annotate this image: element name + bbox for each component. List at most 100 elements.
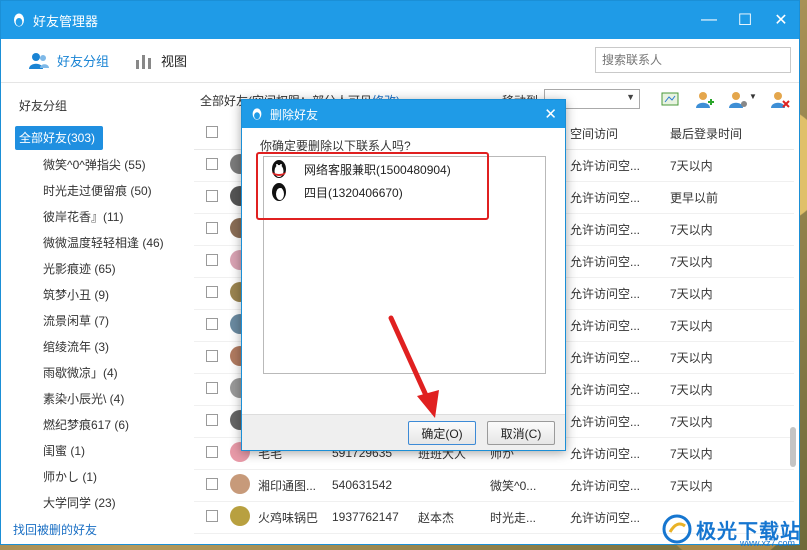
users-icon <box>29 52 49 69</box>
column-last-login[interactable]: 最后登录时间 <box>670 119 794 150</box>
bar-chart-icon <box>136 54 152 69</box>
row-checkbox[interactable] <box>206 253 218 266</box>
friend-qq-number: 540631542 <box>332 469 418 502</box>
friend-last-login: 7天以内 <box>670 469 794 502</box>
friend-space-access: 允许访问空... <box>570 213 670 246</box>
friend-space-access: 允许访问空... <box>570 469 670 502</box>
row-checkbox-cell <box>194 469 230 502</box>
friend-space-access: 允许访问空... <box>570 437 670 470</box>
row-checkbox-cell <box>194 373 230 406</box>
row-checkbox[interactable] <box>206 189 218 202</box>
watermark: 极光下载站 www.xz7.com <box>662 514 801 548</box>
group-item[interactable]: 全部好友(303) <box>15 126 103 150</box>
avatar <box>230 505 250 526</box>
group-item[interactable]: 时光走过便留痕 (50) <box>1 178 183 204</box>
close-button[interactable]: ✕ <box>763 1 799 39</box>
window-title: 好友管理器 <box>33 13 99 29</box>
group-item[interactable]: 师かし (1) <box>1 464 183 490</box>
row-checkbox-cell <box>194 437 230 470</box>
cancel-button[interactable]: 取消(C) <box>487 421 555 445</box>
row-checkbox[interactable] <box>206 413 218 426</box>
friend-last-login: 7天以内 <box>670 309 794 342</box>
dialog-title-bar[interactable]: 删除好友 <box>242 100 565 128</box>
row-checkbox-cell <box>194 181 230 214</box>
friend-last-login: 7天以内 <box>670 405 794 438</box>
title-bar[interactable]: 好友管理器 — ☐ ✕ <box>1 1 799 39</box>
tab-view-label: 视图 <box>161 54 188 69</box>
toolbar: 好友分组 视图 <box>1 39 799 83</box>
watermark-logo-icon <box>662 514 692 544</box>
group-item[interactable]: 彼岸花香』(11) <box>1 204 183 230</box>
group-item[interactable]: 微笑^0^弹指尖 (55) <box>1 152 183 178</box>
friend-space-access: 允许访问空... <box>570 149 670 182</box>
group-item[interactable]: 流景闲草 (7) <box>1 308 183 334</box>
friend-space-access: 允许访问空... <box>570 309 670 342</box>
row-checkbox[interactable] <box>206 157 218 170</box>
row-checkbox[interactable] <box>206 285 218 298</box>
avatar-cell <box>230 501 258 534</box>
friend-space-access: 允许访问空... <box>570 277 670 310</box>
screen-icon[interactable] <box>660 90 680 110</box>
friend-qq-number: 1937762147 <box>332 501 418 534</box>
tab-view[interactable]: 视图 <box>135 51 187 70</box>
friend-remark <box>418 469 490 502</box>
group-item[interactable]: 筑梦小丑 (9) <box>1 282 183 308</box>
scrollbar-thumb[interactable] <box>790 427 796 467</box>
group-item[interactable]: 光影痕迹 (65) <box>1 256 183 282</box>
friend-group: 时光走... <box>490 501 570 534</box>
table-row[interactable]: 湘印通图... 540631542 微笑^0... 允许访问空... 7天以内 <box>194 469 794 502</box>
friend-last-login: 7天以内 <box>670 373 794 406</box>
add-user-icon[interactable] <box>694 90 714 110</box>
sidebar-header: 好友分组 <box>19 99 68 113</box>
dialog-close-button[interactable]: ✕ <box>544 105 557 123</box>
friend-space-access: 允许访问空... <box>570 181 670 214</box>
friend-space-access: 允许访问空... <box>570 373 670 406</box>
watermark-url: www.xz7.com <box>739 538 795 548</box>
friend-last-login: 7天以内 <box>670 245 794 278</box>
group-item[interactable]: 绾绫流年 (3) <box>1 334 183 360</box>
select-all-checkbox[interactable] <box>206 126 218 139</box>
maximize-button[interactable]: ☐ <box>727 1 763 39</box>
friend-space-access: 允许访问空... <box>570 341 670 374</box>
row-checkbox[interactable] <box>206 349 218 362</box>
group-item[interactable]: 闺蜜 (1) <box>1 438 183 464</box>
friend-last-login: 7天以内 <box>670 277 794 310</box>
group-item[interactable]: 雨歇微凉」(4) <box>1 360 183 386</box>
qq-penguin-icon <box>252 108 262 120</box>
row-checkbox-cell <box>194 277 230 310</box>
chevron-down-icon[interactable]: ▼ <box>749 92 757 101</box>
friend-last-login: 7天以内 <box>670 149 794 182</box>
search-contacts-input[interactable] <box>595 47 791 73</box>
row-checkbox-cell <box>194 149 230 182</box>
column-space-access[interactable]: 空间访问 <box>570 119 670 150</box>
red-arrow-annotation <box>388 315 439 418</box>
friend-name: 湘印通图... <box>258 469 332 502</box>
friend-space-access: 允许访问空... <box>570 405 670 438</box>
friend-last-login: 7天以内 <box>670 341 794 374</box>
remove-user-icon[interactable] <box>770 90 790 110</box>
confirm-button[interactable]: 确定(O) <box>408 421 476 445</box>
group-item[interactable]: 素染小辰光\ (4) <box>1 386 183 412</box>
row-checkbox[interactable] <box>206 221 218 234</box>
friend-last-login: 更早以前 <box>670 181 794 214</box>
row-checkbox[interactable] <box>206 445 218 458</box>
tab-friend-groups-label: 好友分组 <box>57 54 110 69</box>
tab-friend-groups[interactable]: 好友分组 <box>29 51 109 70</box>
row-checkbox-cell <box>194 341 230 374</box>
recover-deleted-friends-link[interactable]: 找回被删的好友 <box>13 521 97 538</box>
scrollbar[interactable] <box>789 115 797 544</box>
row-checkbox[interactable] <box>206 381 218 394</box>
friend-name: 火鸡味锅巴 <box>258 501 332 534</box>
friend-space-access: 允许访问空... <box>570 501 670 534</box>
group-item[interactable]: 微微温度轻轻相逢 (46) <box>1 230 183 256</box>
row-checkbox[interactable] <box>206 477 218 490</box>
group-item[interactable]: 大学同学 (23) <box>1 490 183 516</box>
row-checkbox[interactable] <box>206 317 218 330</box>
user-settings-icon[interactable] <box>728 90 748 110</box>
minimize-button[interactable]: — <box>691 1 727 39</box>
row-checkbox[interactable] <box>206 509 218 522</box>
group-item[interactable]: 燃纪梦痕617 (6) <box>1 412 183 438</box>
group-sidebar: 好友分组 全部好友(303) 微笑^0^弹指尖 (55) 时光走过便留痕 (50… <box>1 85 183 544</box>
row-checkbox-cell <box>194 245 230 278</box>
dialog-title: 删除好友 <box>270 107 319 122</box>
